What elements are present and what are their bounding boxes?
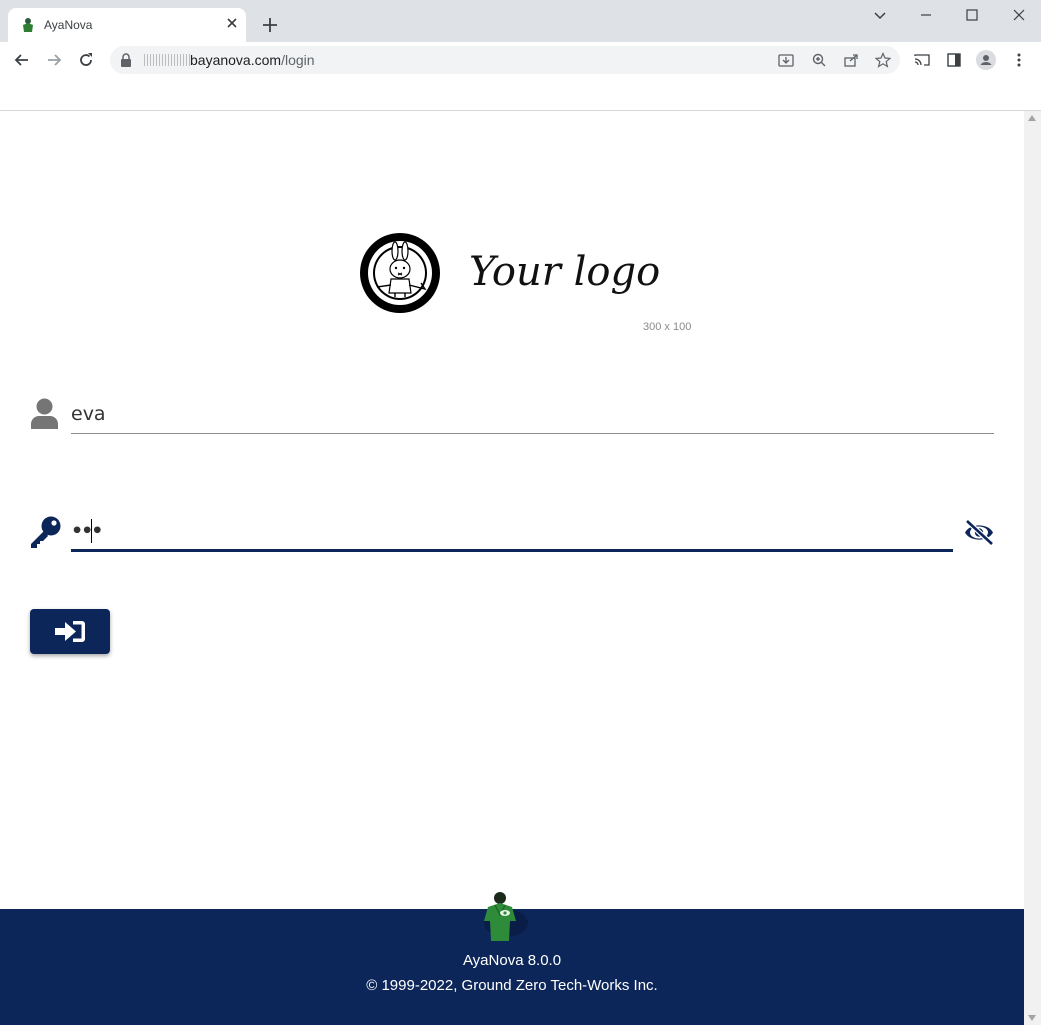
eye-slash-icon[interactable]	[963, 520, 995, 545]
logo-size-caption: 300 x 100	[643, 321, 692, 333]
browser-toolbar: bayanova.com/login	[0, 42, 1041, 78]
app-version: AyaNova 8.0.0	[462, 952, 562, 969]
redacted-subdomain	[144, 54, 190, 66]
ayanova-favicon-icon	[23, 18, 33, 32]
back-icon[interactable]	[12, 50, 32, 70]
close-window-icon[interactable]	[1010, 6, 1028, 24]
key-icon	[31, 516, 61, 548]
password-input[interactable]: •••	[71, 520, 103, 542]
browser-menu-icon[interactable]	[1011, 52, 1027, 68]
username-input[interactable]: eva	[71, 403, 106, 425]
tab-title: AyaNova	[44, 18, 93, 32]
password-underline	[71, 549, 953, 552]
username-field: eva	[30, 398, 994, 438]
address-bar[interactable]: bayanova.com/login	[110, 46, 900, 74]
url-path: /login	[281, 52, 315, 68]
minimize-icon[interactable]	[917, 6, 935, 24]
forward-icon[interactable]	[44, 50, 64, 70]
scroll-down-arrow-icon[interactable]	[1028, 1015, 1036, 1021]
tab-search-chevron-icon[interactable]	[871, 6, 889, 24]
new-tab-icon[interactable]	[260, 15, 280, 35]
close-tab-icon[interactable]	[224, 15, 240, 31]
lock-icon	[121, 53, 131, 67]
cast-icon[interactable]	[914, 52, 930, 68]
profile-avatar-icon[interactable]	[976, 50, 996, 70]
ayanova-mascot-icon	[484, 892, 528, 941]
login-page: Your logo 300 x 100 eva ••• AyaNova 8.0.…	[0, 111, 1024, 1025]
bookmark-bar	[0, 78, 1041, 111]
reload-icon[interactable]	[76, 50, 96, 70]
sign-in-icon	[55, 621, 85, 642]
share-icon[interactable]	[843, 52, 859, 68]
bookmark-star-icon[interactable]	[875, 52, 891, 68]
user-icon	[31, 398, 58, 429]
logo-text: Your logo	[469, 249, 660, 295]
maximize-icon[interactable]	[963, 6, 981, 24]
text-cursor	[91, 519, 92, 543]
side-panel-icon[interactable]	[946, 52, 962, 68]
page-scrollbar[interactable]	[1024, 111, 1041, 1025]
url-host: bayanova.com	[190, 52, 282, 68]
username-underline	[71, 433, 994, 434]
login-button[interactable]	[30, 609, 110, 654]
tab-strip: AyaNova	[0, 0, 1041, 42]
install-app-icon[interactable]	[778, 52, 794, 68]
url-text: bayanova.com/login	[144, 52, 315, 68]
zoom-icon[interactable]	[811, 52, 827, 68]
company-logo: Your logo 300 x 100	[355, 229, 700, 339]
copyright-notice: © 1999-2022, Ground Zero Tech-Works Inc.	[366, 977, 658, 994]
scroll-up-arrow-icon[interactable]	[1028, 115, 1036, 121]
browser-tab[interactable]: AyaNova	[8, 8, 246, 42]
footer: AyaNova 8.0.0 © 1999-2022, Ground Zero T…	[0, 892, 1024, 1025]
password-field: •••	[30, 515, 996, 559]
